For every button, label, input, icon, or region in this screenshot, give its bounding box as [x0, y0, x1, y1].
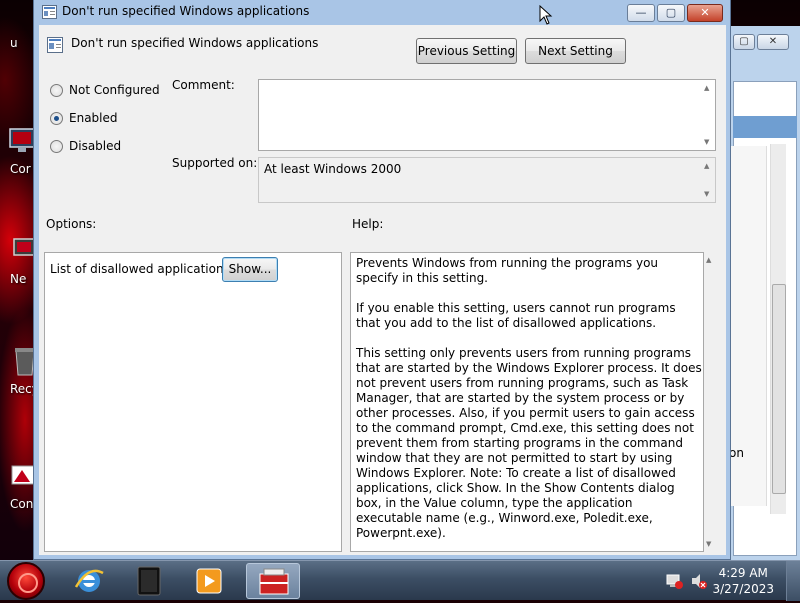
control-panel-icon	[11, 465, 35, 485]
clock-date: 3/27/2023	[712, 582, 774, 596]
system-clock[interactable]: 4:29 AM 3/27/2023	[712, 565, 774, 597]
supported-on-value: At least Windows 2000	[264, 162, 402, 176]
background-maximize-button[interactable]: ▢	[733, 34, 755, 50]
help-label: Help:	[352, 217, 384, 231]
taskbar-media-player[interactable]	[182, 563, 236, 599]
help-scrollbar[interactable]: ▲ ▼	[704, 252, 718, 552]
scroll-up-icon[interactable]: ▲	[704, 84, 709, 92]
background-window-panel: on	[729, 146, 767, 506]
show-desktop-button[interactable]	[786, 561, 800, 601]
taskbar-internet-explorer[interactable]	[62, 563, 116, 599]
computer-desktop-icon[interactable]: Cor	[0, 125, 36, 176]
help-text: Prevents Windows from running the progra…	[356, 256, 702, 556]
background-window-scrollbar[interactable]	[770, 144, 786, 514]
scroll-down-icon[interactable]: ▼	[706, 540, 711, 548]
disallowed-list-label: List of disallowed applications	[50, 262, 230, 276]
scroll-up-icon[interactable]: ▲	[704, 162, 709, 170]
minimize-button[interactable]: —	[627, 4, 655, 22]
computer-icon	[9, 128, 35, 152]
radio-label: Not Configured	[69, 83, 160, 97]
options-pane: List of disallowed applications Show...	[44, 252, 342, 552]
control-panel-desktop-icon[interactable]: Contr	[0, 460, 43, 511]
network-icon	[13, 238, 35, 256]
policy-setting-window: Don't run specified Windows applications…	[33, 0, 731, 560]
internet-explorer-icon	[74, 569, 104, 592]
comment-label: Comment:	[172, 78, 235, 92]
background-close-button[interactable]: ✕	[757, 34, 789, 50]
radio-button[interactable]	[50, 139, 63, 153]
scroll-down-icon[interactable]: ▼	[704, 138, 709, 146]
scroll-down-icon[interactable]: ▼	[704, 190, 709, 198]
recycle-bin-icon	[15, 348, 35, 376]
background-window-scroll-thumb[interactable]	[772, 284, 786, 494]
title-bar[interactable]: Don't run specified Windows applications…	[34, 0, 730, 25]
radio-not-configured[interactable]: Not Configured	[50, 83, 160, 97]
dialog-body: Don't run specified Windows applications…	[39, 25, 726, 555]
help-pane: Prevents Windows from running the progra…	[350, 252, 704, 552]
recycle-bin-desktop-icon[interactable]: Recy	[0, 345, 39, 396]
media-center-icon	[137, 566, 161, 596]
next-setting-button[interactable]: Next Setting	[525, 38, 626, 64]
background-window-controls: ▢ ✕	[733, 34, 789, 50]
help-paragraph: This setting only prevents users from ru…	[356, 346, 702, 540]
network-desktop-icon[interactable]: Ne	[0, 235, 36, 286]
setting-title: Don't run specified Windows applications	[71, 36, 319, 50]
background-window[interactable]: ▢ ✕ on	[728, 26, 800, 560]
radio-label: Disabled	[69, 139, 122, 153]
policy-setting-icon	[42, 5, 57, 19]
show-button[interactable]: Show...	[222, 257, 278, 282]
options-label: Options:	[46, 217, 97, 231]
help-paragraph: Prevents Windows from running the progra…	[356, 256, 659, 285]
volume-muted-icon[interactable]	[690, 572, 708, 590]
radio-button-selected[interactable]	[50, 111, 63, 125]
mouse-cursor-icon	[539, 5, 553, 25]
background-window-header-band	[733, 116, 797, 138]
comment-textbox[interactable]: ▲ ▼	[258, 79, 716, 151]
network-tray-icon[interactable]	[666, 572, 684, 590]
media-player-icon	[196, 568, 222, 594]
radio-button[interactable]	[50, 83, 63, 97]
taskbar-group-policy-editor[interactable]	[246, 563, 300, 599]
scroll-up-icon[interactable]: ▲	[706, 256, 711, 264]
close-button[interactable]: ✕	[687, 4, 723, 22]
radio-disabled[interactable]: Disabled	[50, 139, 121, 153]
supported-on-label: Supported on:	[172, 156, 258, 170]
background-window-text: on	[729, 446, 744, 460]
group-policy-editor-icon	[259, 568, 289, 595]
radio-label: Enabled	[69, 111, 118, 125]
setting-header-icon	[47, 37, 63, 53]
supported-on-field: At least Windows 2000 ▲ ▼	[258, 157, 716, 203]
clock-time: 4:29 AM	[718, 566, 768, 580]
radio-enabled[interactable]: Enabled	[50, 111, 118, 125]
supported-on-scrollbar[interactable]: ▲ ▼	[701, 158, 715, 202]
help-paragraph: If you enable this setting, users cannot…	[356, 301, 676, 330]
maximize-button[interactable]: ▢	[657, 4, 685, 22]
start-button[interactable]	[7, 562, 45, 600]
desktop-icon[interactable]: u	[0, 34, 36, 50]
comment-scrollbar[interactable]: ▲ ▼	[701, 80, 715, 150]
taskbar-media-center[interactable]	[122, 563, 176, 599]
previous-setting-button[interactable]: Previous Setting	[416, 38, 517, 64]
taskbar: 4:29 AM 3/27/2023	[0, 560, 800, 601]
window-title: Don't run specified Windows applications	[62, 4, 310, 18]
